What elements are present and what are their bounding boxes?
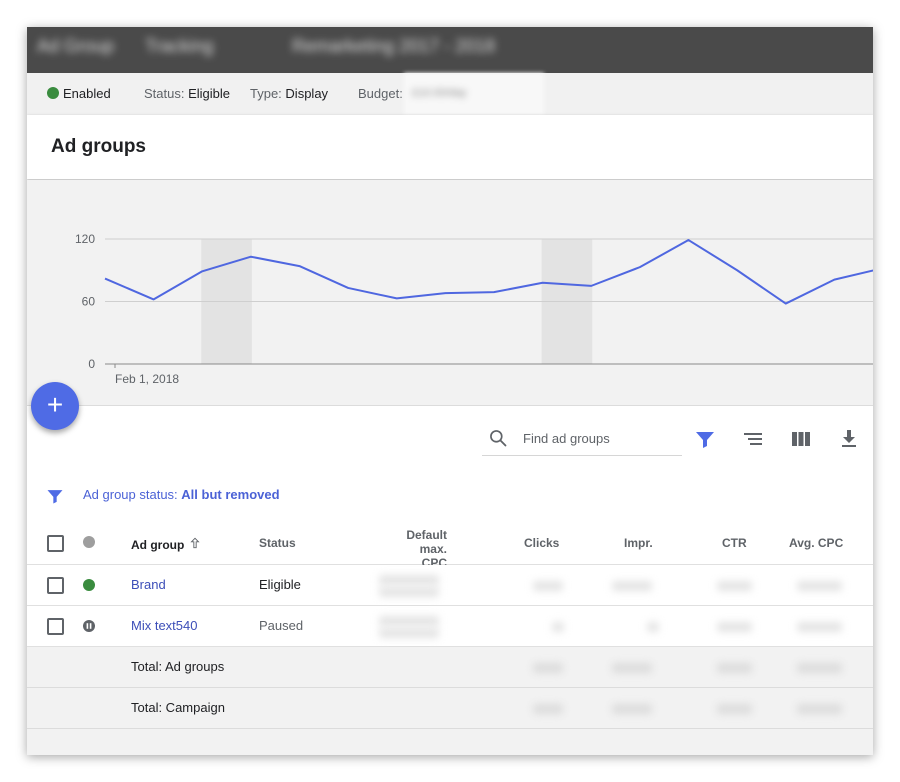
redacted-cell <box>379 587 439 597</box>
download-icon[interactable] <box>837 427 861 451</box>
type-label: Type: <box>250 86 282 101</box>
redacted-cell <box>379 628 439 638</box>
type-value: Display <box>285 86 329 101</box>
redacted-cell <box>379 575 439 585</box>
row-checkbox[interactable] <box>47 618 64 635</box>
column-header-clicks[interactable]: Clicks <box>524 536 559 550</box>
performance-chart: 120 60 0 Feb 1, 2018 <box>27 180 873 405</box>
table-row[interactable]: Brand Eligible <box>27 565 873 606</box>
budget-field: Budget: <box>358 86 403 101</box>
total-row-campaign: Total: Campaign <box>27 688 873 729</box>
redacted-cell <box>612 704 652 714</box>
column-header-default-cpc[interactable]: Default max. CPC <box>379 528 447 570</box>
filter-icon[interactable] <box>693 427 717 451</box>
search-input[interactable]: Find ad groups <box>523 431 610 446</box>
columns-icon[interactable] <box>789 427 813 451</box>
redacted-cell <box>797 581 842 591</box>
status-value: Eligible <box>188 86 231 101</box>
add-ad-group-button[interactable]: + <box>31 382 79 430</box>
total-row-ad-groups: Total: Ad groups <box>27 647 873 688</box>
type-field: Type: Display <box>250 86 328 101</box>
filter-chip[interactable]: Ad group status: All but removed <box>83 487 280 502</box>
status-label: Status: <box>144 86 185 101</box>
segment-icon[interactable] <box>741 427 765 451</box>
redacted-cell <box>533 663 563 673</box>
y-tick-label: 60 <box>82 295 96 309</box>
table-row[interactable]: Mix text540 Paused <box>27 606 873 647</box>
redacted-cell <box>717 704 752 714</box>
redacted-cell <box>717 581 752 591</box>
filter-label: Ad group status: <box>83 487 178 502</box>
default-cpc-header-line1: Default max. <box>406 528 447 556</box>
redacted-cell <box>717 663 752 673</box>
column-header-status[interactable]: Status <box>259 536 296 550</box>
redacted-cell <box>612 663 652 673</box>
ad-groups-header: Ad groups <box>27 115 873 179</box>
column-header-ad-group[interactable]: Ad group <box>131 538 184 552</box>
breadcrumb-item-3[interactable]: Remarketing 2017 - 2018 <box>292 36 495 57</box>
select-all-checkbox[interactable] <box>47 535 64 552</box>
redacted-cell <box>797 663 842 673</box>
total-label: Total: Ad groups <box>131 659 225 674</box>
enabled-status[interactable]: Enabled <box>47 86 111 101</box>
budget-redaction: £10.00/day <box>404 73 544 115</box>
table-header: Ad group Status Default max. CPC Clicks … <box>27 520 873 570</box>
x-tick-label: Feb 1, 2018 <box>115 372 179 386</box>
total-label: Total: Campaign <box>131 700 225 715</box>
column-header-avg-cpc[interactable]: Avg. CPC <box>789 536 843 550</box>
row-checkbox[interactable] <box>47 577 64 594</box>
filter-value: All but removed <box>181 487 280 502</box>
eligible-dot-icon[interactable] <box>83 579 95 591</box>
status-field: Status: Eligible <box>144 86 230 101</box>
chart-svg: 120 60 0 Feb 1, 2018 <box>75 232 873 386</box>
y-tick-label: 120 <box>75 232 95 246</box>
paused-icon[interactable] <box>83 620 95 632</box>
redacted-cell <box>533 581 563 591</box>
redacted-cell <box>797 704 842 714</box>
top-bar: Ad Group Tracking Remarketing 2017 - 201… <box>27 27 873 73</box>
redacted-cell <box>797 622 842 632</box>
breadcrumb-item-1[interactable]: Ad Group <box>37 36 114 57</box>
budget-value: £10.00/day <box>412 87 467 99</box>
campaign-card: Ad Group Tracking Remarketing 2017 - 201… <box>27 27 873 755</box>
status-header-dot-icon[interactable] <box>83 536 95 548</box>
redacted-cell <box>612 581 652 591</box>
search-box[interactable]: Find ad groups <box>482 422 682 456</box>
redacted-cell <box>647 622 659 632</box>
column-header-impr[interactable]: Impr. <box>624 536 653 550</box>
enabled-dot-icon <box>47 87 59 99</box>
ad-groups-table: Ad group Status Default max. CPC Clicks … <box>27 520 873 755</box>
redacted-cell <box>379 616 439 626</box>
redacted-cell <box>717 622 752 632</box>
filter-icon[interactable] <box>45 486 65 506</box>
breadcrumb-item-2[interactable]: Tracking <box>145 36 213 57</box>
row-status: Eligible <box>259 577 301 592</box>
budget-label: Budget: <box>358 86 403 101</box>
table-toolbar: Find ad groups <box>27 405 873 473</box>
row-status: Paused <box>259 618 304 633</box>
ad-group-link-brand[interactable]: Brand <box>131 577 166 592</box>
redacted-cell <box>552 622 564 632</box>
y-tick-label: 0 <box>88 357 95 371</box>
ad-group-link-mix-text540[interactable]: Mix text540 <box>131 618 197 633</box>
plus-icon: + <box>46 389 64 420</box>
sort-arrow-up-icon[interactable] <box>188 536 202 550</box>
redacted-cell <box>533 704 563 714</box>
search-icon <box>490 430 507 447</box>
enabled-label: Enabled <box>63 86 111 101</box>
active-filter-row: Ad group status: All but removed <box>27 472 873 521</box>
page-title: Ad groups <box>51 136 146 157</box>
column-header-ctr[interactable]: CTR <box>722 536 747 550</box>
campaign-status-bar: Enabled Status: Eligible Type: Display B… <box>27 73 873 116</box>
